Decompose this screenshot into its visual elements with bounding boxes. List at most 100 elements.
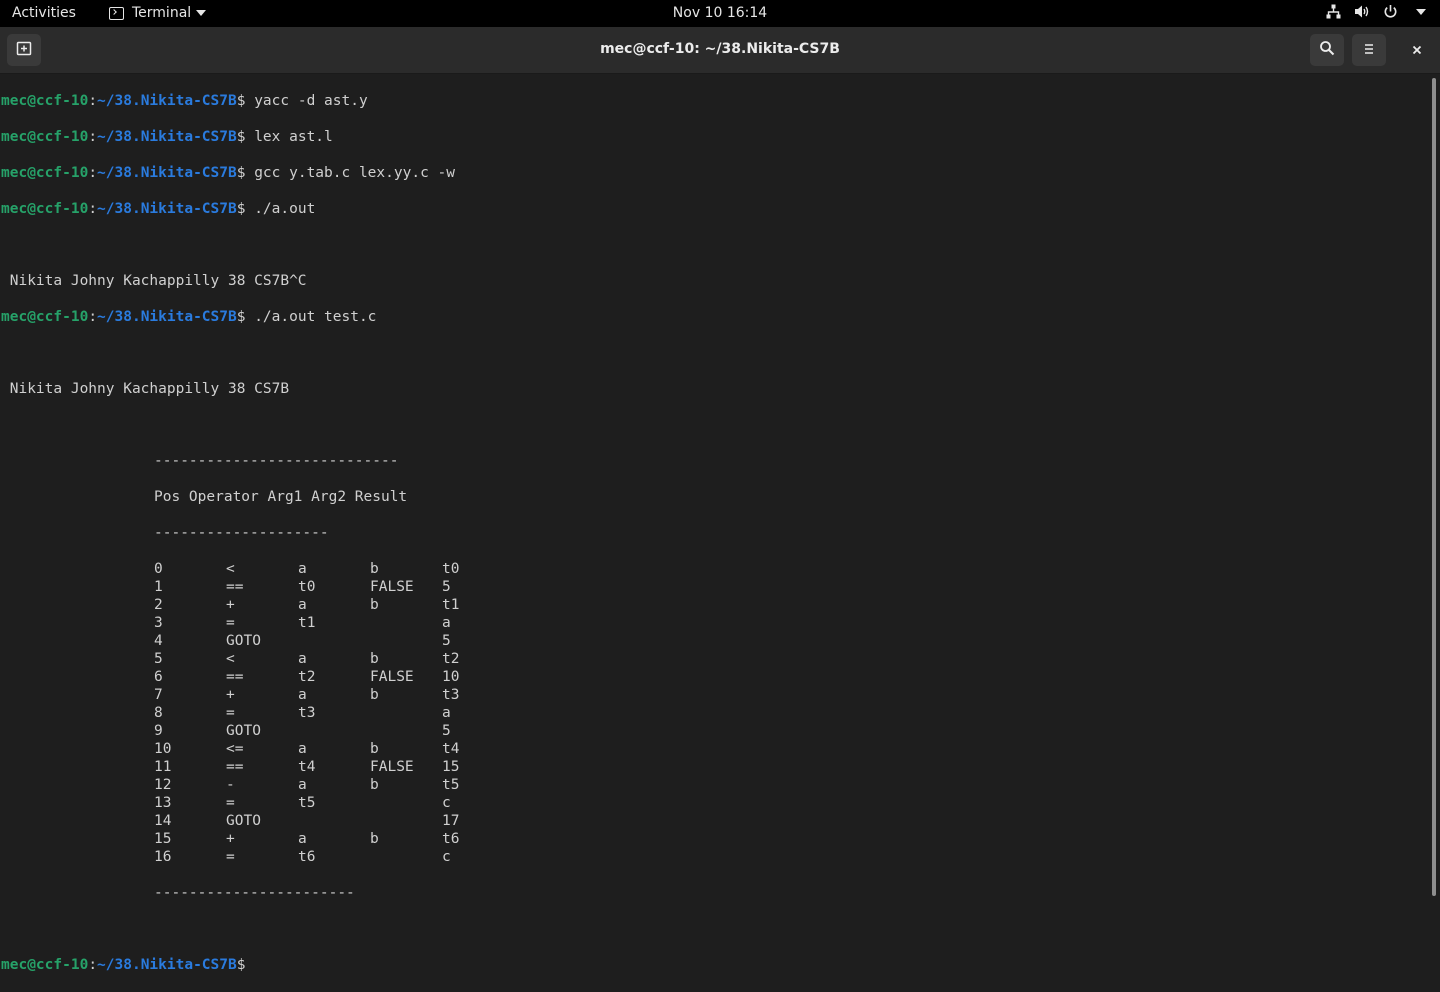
activities-button[interactable]: Activities bbox=[12, 5, 76, 21]
table-row: 14 GOTO 17 bbox=[0, 812, 1428, 830]
power-icon bbox=[1383, 4, 1398, 19]
cell-arg1: t6 bbox=[298, 849, 316, 865]
cell-arg1: a bbox=[298, 777, 307, 793]
window-title-container: mec@ccf-10: ~/38.Nikita-CS7B bbox=[0, 41, 1440, 57]
table-rule-bottom: ----------------------- bbox=[0, 884, 1428, 902]
cell-pos: 16 bbox=[154, 849, 172, 865]
prompt-path: ~/38.Nikita-CS7B bbox=[97, 129, 237, 145]
cell-arg2: b bbox=[370, 561, 379, 577]
chevron-down-icon bbox=[1416, 8, 1426, 15]
rule-text: -------------------- bbox=[154, 525, 329, 541]
cell-result: t5 bbox=[442, 777, 460, 793]
prompt-user: mec@ccf-10 bbox=[1, 957, 89, 973]
rule-text: ---------------------------- bbox=[154, 453, 399, 469]
prompt-separator: : bbox=[88, 957, 98, 973]
table-row: 3 = t1 a bbox=[0, 614, 1428, 632]
prompt-separator: : bbox=[88, 201, 98, 217]
command-text: ./a.out test.c bbox=[245, 309, 377, 325]
new-tab-button[interactable] bbox=[7, 34, 41, 66]
cell-pos: 11 bbox=[154, 759, 172, 775]
prompt-path: ~/38.Nikita-CS7B bbox=[97, 165, 237, 181]
cell-arg2: FALSE bbox=[370, 579, 414, 595]
cell-arg2: b bbox=[370, 777, 379, 793]
cell-pos: 9 bbox=[154, 723, 163, 739]
cell-result: 5 bbox=[442, 579, 451, 595]
cell-operator: = bbox=[226, 795, 235, 811]
cell-pos: 7 bbox=[154, 687, 163, 703]
clock[interactable]: Nov 10 16:14 bbox=[673, 5, 767, 21]
cell-operator: GOTO bbox=[226, 633, 261, 649]
cell-result: t6 bbox=[442, 831, 460, 847]
terminal-scrollbar[interactable] bbox=[1428, 74, 1440, 900]
cell-pos: 6 bbox=[154, 669, 163, 685]
cell-pos: 12 bbox=[154, 777, 172, 793]
prompt-separator: : bbox=[88, 129, 98, 145]
cell-operator: = bbox=[226, 615, 235, 631]
command-text: yacc -d ast.y bbox=[245, 93, 368, 109]
cell-pos: 14 bbox=[154, 813, 172, 829]
cell-result: t0 bbox=[442, 561, 460, 577]
command-line: mec@ccf-10:~/38.Nikita-CS7B$ yacc -d ast… bbox=[0, 92, 1428, 110]
cell-result: t3 bbox=[442, 687, 460, 703]
cell-arg2: FALSE bbox=[370, 669, 414, 685]
system-status-menu[interactable] bbox=[1326, 4, 1426, 19]
table-row: 6 == t2 FALSE 10 bbox=[0, 668, 1428, 686]
cell-arg1: t4 bbox=[298, 759, 316, 775]
cell-result: t1 bbox=[442, 597, 460, 613]
command-line: mec@ccf-10:~/38.Nikita-CS7B$ lex ast.l bbox=[0, 128, 1428, 146]
cell-operator: == bbox=[226, 579, 244, 595]
table-row: 1 == t0 FALSE 5 bbox=[0, 578, 1428, 596]
close-icon bbox=[1411, 41, 1423, 60]
cell-result: c bbox=[442, 849, 451, 865]
table-header: Pos Operator Arg1 Arg2 Result bbox=[0, 488, 1428, 506]
cell-pos: 2 bbox=[154, 597, 163, 613]
cell-result: a bbox=[442, 705, 451, 721]
cell-pos: 3 bbox=[154, 615, 163, 631]
prompt-user: mec@ccf-10 bbox=[1, 201, 89, 217]
new-tab-icon bbox=[16, 40, 32, 60]
table-row: 12 - a b t5 bbox=[0, 776, 1428, 794]
cell-arg1: t3 bbox=[298, 705, 316, 721]
table-row: 0 < a b t0 bbox=[0, 560, 1428, 578]
volume-icon bbox=[1354, 4, 1370, 19]
window-title: mec@ccf-10: ~/38.Nikita-CS7B bbox=[600, 41, 840, 57]
table-rule-top: ---------------------------- bbox=[0, 452, 1428, 470]
table-row: 9 GOTO 5 bbox=[0, 722, 1428, 740]
terminal-output[interactable]: mec@ccf-10:~/38.Nikita-CS7B$ yacc -d ast… bbox=[0, 74, 1428, 973]
cell-operator: = bbox=[226, 849, 235, 865]
gnome-top-bar: Activities Terminal Nov 10 16:14 bbox=[0, 0, 1440, 27]
cell-arg2: b bbox=[370, 687, 379, 703]
hamburger-menu-icon bbox=[1362, 41, 1376, 60]
cell-arg2: b bbox=[370, 741, 379, 757]
terminal-header-bar: mec@ccf-10: ~/38.Nikita-CS7B bbox=[0, 27, 1440, 74]
prompt-path: ~/38.Nikita-CS7B bbox=[97, 309, 237, 325]
table-row: 4 GOTO 5 bbox=[0, 632, 1428, 650]
cell-operator: + bbox=[226, 687, 235, 703]
cell-result: t4 bbox=[442, 741, 460, 757]
table-row: 13 = t5 c bbox=[0, 794, 1428, 812]
cell-result: 10 bbox=[442, 669, 460, 685]
network-icon bbox=[1326, 4, 1341, 19]
cell-pos: 13 bbox=[154, 795, 172, 811]
prompt-separator: : bbox=[88, 309, 98, 325]
cell-arg2: b bbox=[370, 651, 379, 667]
app-menu-label: Terminal bbox=[132, 5, 192, 21]
cell-operator: <= bbox=[226, 741, 244, 757]
close-window-button[interactable] bbox=[1400, 34, 1434, 66]
cell-pos: 10 bbox=[154, 741, 172, 757]
scrollbar-thumb[interactable] bbox=[1432, 78, 1436, 896]
prompt-separator: : bbox=[88, 165, 98, 181]
cell-operator: + bbox=[226, 831, 235, 847]
cell-operator: + bbox=[226, 597, 235, 613]
cell-arg1: a bbox=[298, 741, 307, 757]
cell-operator: == bbox=[226, 669, 244, 685]
prompt-separator: : bbox=[88, 93, 98, 109]
app-menu[interactable]: Terminal bbox=[109, 5, 207, 21]
search-button[interactable] bbox=[1310, 34, 1344, 66]
main-menu-button[interactable] bbox=[1352, 34, 1386, 66]
terminal-icon bbox=[109, 6, 124, 20]
cell-operator: < bbox=[226, 561, 235, 577]
cell-result: 15 bbox=[442, 759, 460, 775]
